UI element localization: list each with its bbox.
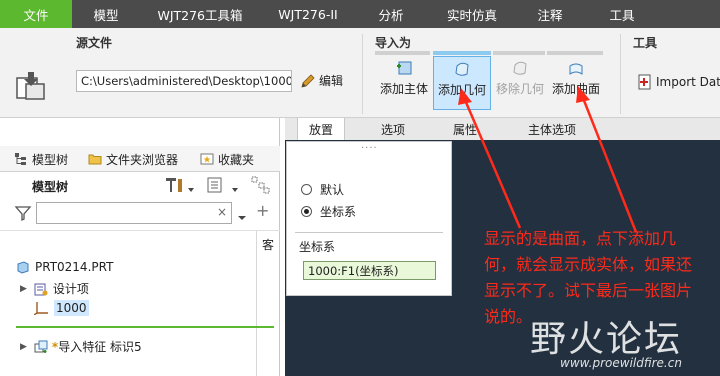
arrowhead-add-surface [576,86,590,103]
arrow-to-add-surface [581,97,638,233]
watermark-url: www.proewildfire.cn [560,356,682,370]
watermark-cn: 野火论坛 [530,319,683,360]
arrow-to-add-geometry [463,99,522,229]
arrowhead-add-geometry [458,88,472,105]
